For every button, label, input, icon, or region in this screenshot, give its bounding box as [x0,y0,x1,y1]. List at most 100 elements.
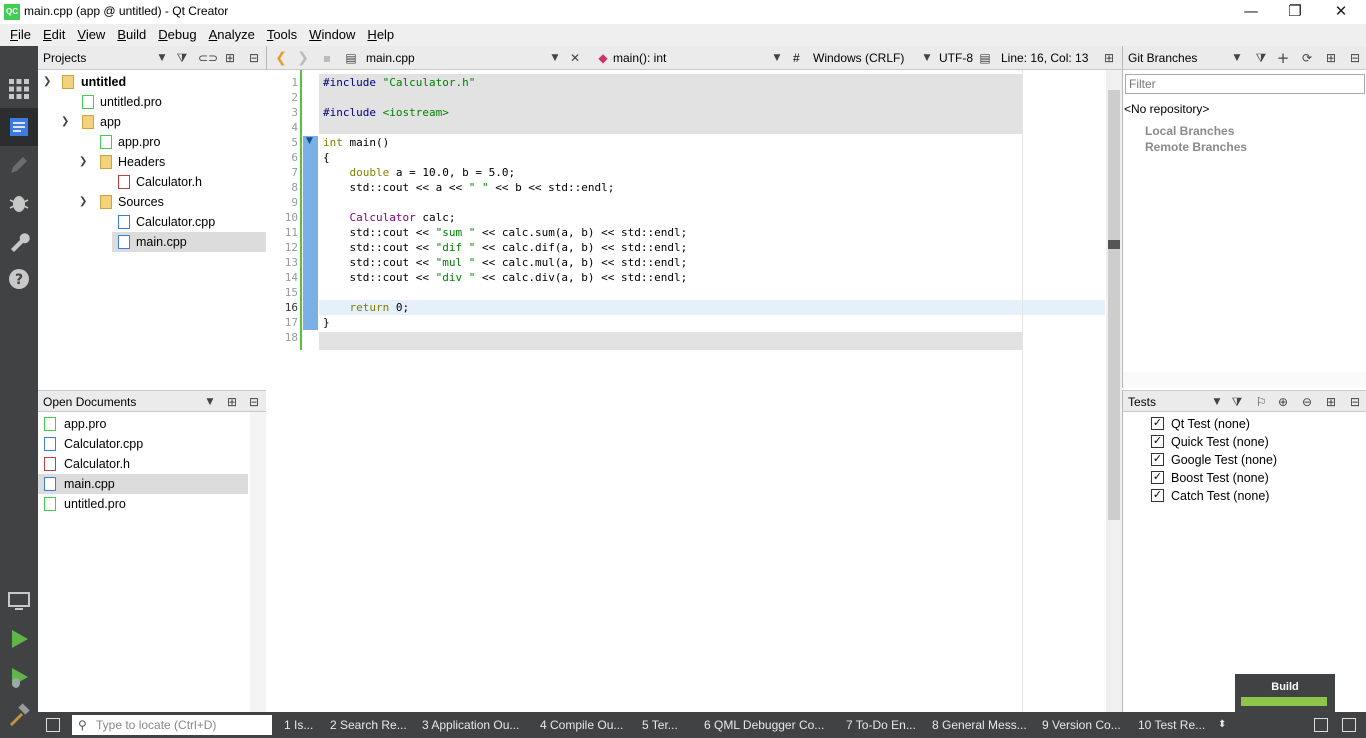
menu-view[interactable]: View [71,24,111,46]
chevron-down-icon[interactable]: ❯ [61,112,69,132]
debug-run-icon[interactable] [0,658,38,696]
git-branches-title[interactable]: Git Branches [1128,46,1197,70]
toggle-right-sidebar-icon[interactable] [1342,718,1356,732]
chevron-down-icon[interactable]: ▼ [1209,394,1225,410]
tests-title[interactable]: Tests [1128,391,1156,413]
tab-version-control[interactable]: 9 Version Co... [1042,712,1121,738]
build-progress-widget[interactable]: Build [1235,674,1335,712]
forward-arrow-icon[interactable]: ❯ [295,50,311,66]
projects-view-selector[interactable]: Projects [43,46,86,70]
test-framework-item[interactable]: ✓ Google Test (none) [1123,450,1351,470]
tree-item-sources[interactable]: ❯ Sources [38,192,266,212]
git-horizontal-scrollbar[interactable] [1123,372,1366,388]
tab-qml-debugger[interactable]: 6 QML Debugger Co... [704,712,824,738]
tab-application-output[interactable]: 3 Application Ou... [422,712,519,738]
chevron-down-icon[interactable]: ▼ [769,50,785,66]
welcome-mode-icon[interactable] [0,70,38,108]
close-pane-icon[interactable]: ⊟ [1347,50,1363,66]
test-framework-item[interactable]: ✓ Quick Test (none) [1123,432,1351,452]
checkbox[interactable]: ✓ [1151,453,1164,466]
menu-analyze[interactable]: Analyze [203,24,261,46]
chevron-down-icon[interactable]: ▼ [154,50,170,66]
collapse-all-icon[interactable]: ⊖ [1299,394,1315,410]
checkbox[interactable]: ✓ [1151,435,1164,448]
symbol-selector[interactable]: main(): int [613,46,666,70]
open-documents-scrollbar[interactable] [250,412,266,712]
menu-debug[interactable]: Debug [152,24,202,46]
test-framework-item[interactable]: ✓ Catch Test (none) [1123,486,1351,506]
back-arrow-icon[interactable]: ❮ [273,50,289,66]
tree-item-headers[interactable]: ❯ Headers [38,152,266,172]
document-selector[interactable]: main.cpp [366,46,415,70]
kit-selector-icon[interactable] [0,582,38,620]
filter-icon[interactable]: ⧩ [1253,50,1269,66]
close-pane-icon[interactable]: ⊟ [246,50,262,66]
list-item[interactable]: app.pro [38,414,248,434]
locator-input[interactable]: ⚲ Type to locate (Ctrl+D) [72,715,272,735]
code-editor[interactable]: 1 2 3 4 5 6 7 8 9 10 11 12 13 14 15 16 17 18 ▼ #include "… [266,70,1122,712]
checkbox[interactable]: ✓ [1151,417,1164,430]
maximize-button[interactable]: ❐ [1272,0,1318,24]
filter-icon[interactable]: ⧩ [1229,394,1245,410]
checkbox[interactable]: ✓ [1151,471,1164,484]
tree-item-app[interactable]: ❯ app [38,112,266,132]
remote-branches-node[interactable]: Remote Branches [1145,140,1247,154]
checkbox[interactable]: ✓ [1151,489,1164,502]
close-button[interactable]: ✕ [1318,0,1364,24]
filter-icon[interactable]: ⧩ [174,50,190,66]
menu-build[interactable]: Build [111,24,152,46]
run-tests-icon[interactable]: ⚐ [1253,394,1269,410]
tree-item-main-cpp[interactable]: main.cpp [112,232,266,252]
chevron-down-icon[interactable]: ▼ [1229,50,1245,66]
design-mode-icon[interactable] [0,146,38,184]
test-framework-item[interactable]: ✓ Qt Test (none) [1123,414,1351,434]
encoding-selector[interactable]: UTF-8 [939,46,973,70]
tab-search-results[interactable]: 2 Search Re... [330,712,407,738]
tab-todo[interactable]: 7 To-Do En... [846,712,916,738]
split-icon[interactable]: ⊞ [224,394,240,410]
debug-mode-icon[interactable] [0,184,38,222]
run-icon[interactable] [0,620,38,658]
link-icon[interactable]: ⊂⊃ [198,50,218,66]
help-mode-icon[interactable]: ? [0,260,38,298]
tab-issues[interactable]: 1 Is... [284,712,313,738]
tab-general-messages[interactable]: 8 General Mess... [932,712,1027,738]
menu-edit[interactable]: Edit [37,24,71,46]
chevron-down-icon[interactable]: ❯ [79,152,87,172]
tree-item-calculator-h[interactable]: Calculator.h [38,172,266,192]
add-branch-icon[interactable]: + [1275,50,1291,66]
tree-item-untitled[interactable]: ❯ untitled [38,72,266,92]
edit-mode-icon[interactable] [0,108,38,146]
chevron-down-icon[interactable]: ❯ [79,192,87,212]
tab-compile-output[interactable]: 4 Compile Ou... [540,712,623,738]
list-item[interactable]: Calculator.h [38,454,248,474]
chevron-down-icon[interactable]: ▼ [547,50,563,66]
close-pane-icon[interactable]: ⊟ [1347,394,1363,410]
menu-help[interactable]: Help [361,24,400,46]
refresh-icon[interactable]: ⟳ [1299,50,1315,66]
list-item[interactable]: main.cpp [38,474,248,494]
chevron-down-icon[interactable]: ▼ [202,394,218,410]
branch-filter-input[interactable] [1125,74,1365,94]
close-document-icon[interactable]: ✕ [567,50,583,66]
chevron-down-icon[interactable]: ▼ [919,50,935,66]
split-icon[interactable]: ⊞ [1101,50,1117,66]
tree-item-untitled-pro[interactable]: untitled.pro [38,92,266,112]
scrollbar-handle[interactable] [1108,90,1120,520]
menu-file[interactable]: File [4,24,37,46]
tree-item-calculator-cpp[interactable]: Calculator.cpp [38,212,266,232]
chevron-down-icon[interactable]: ❯ [43,72,51,92]
tree-item-app-pro[interactable]: app.pro [38,132,266,152]
minimize-button[interactable]: — [1228,0,1274,24]
more-tabs-icon[interactable]: ⬍ [1218,712,1226,738]
split-icon[interactable]: ⊞ [222,50,238,66]
menu-tools[interactable]: Tools [261,24,303,46]
build-hammer-icon[interactable] [0,696,38,734]
list-item[interactable]: Calculator.cpp [38,434,248,454]
toggle-sidebar-icon[interactable] [46,718,60,732]
output-toggle-icon[interactable] [1314,718,1328,732]
editor-scrollbar[interactable] [1106,70,1122,712]
tab-terminal[interactable]: 5 Ter... [642,712,678,738]
cursor-position[interactable]: Line: 16, Col: 13 [1001,46,1088,70]
tab-test-results[interactable]: 10 Test Re... [1138,712,1205,738]
